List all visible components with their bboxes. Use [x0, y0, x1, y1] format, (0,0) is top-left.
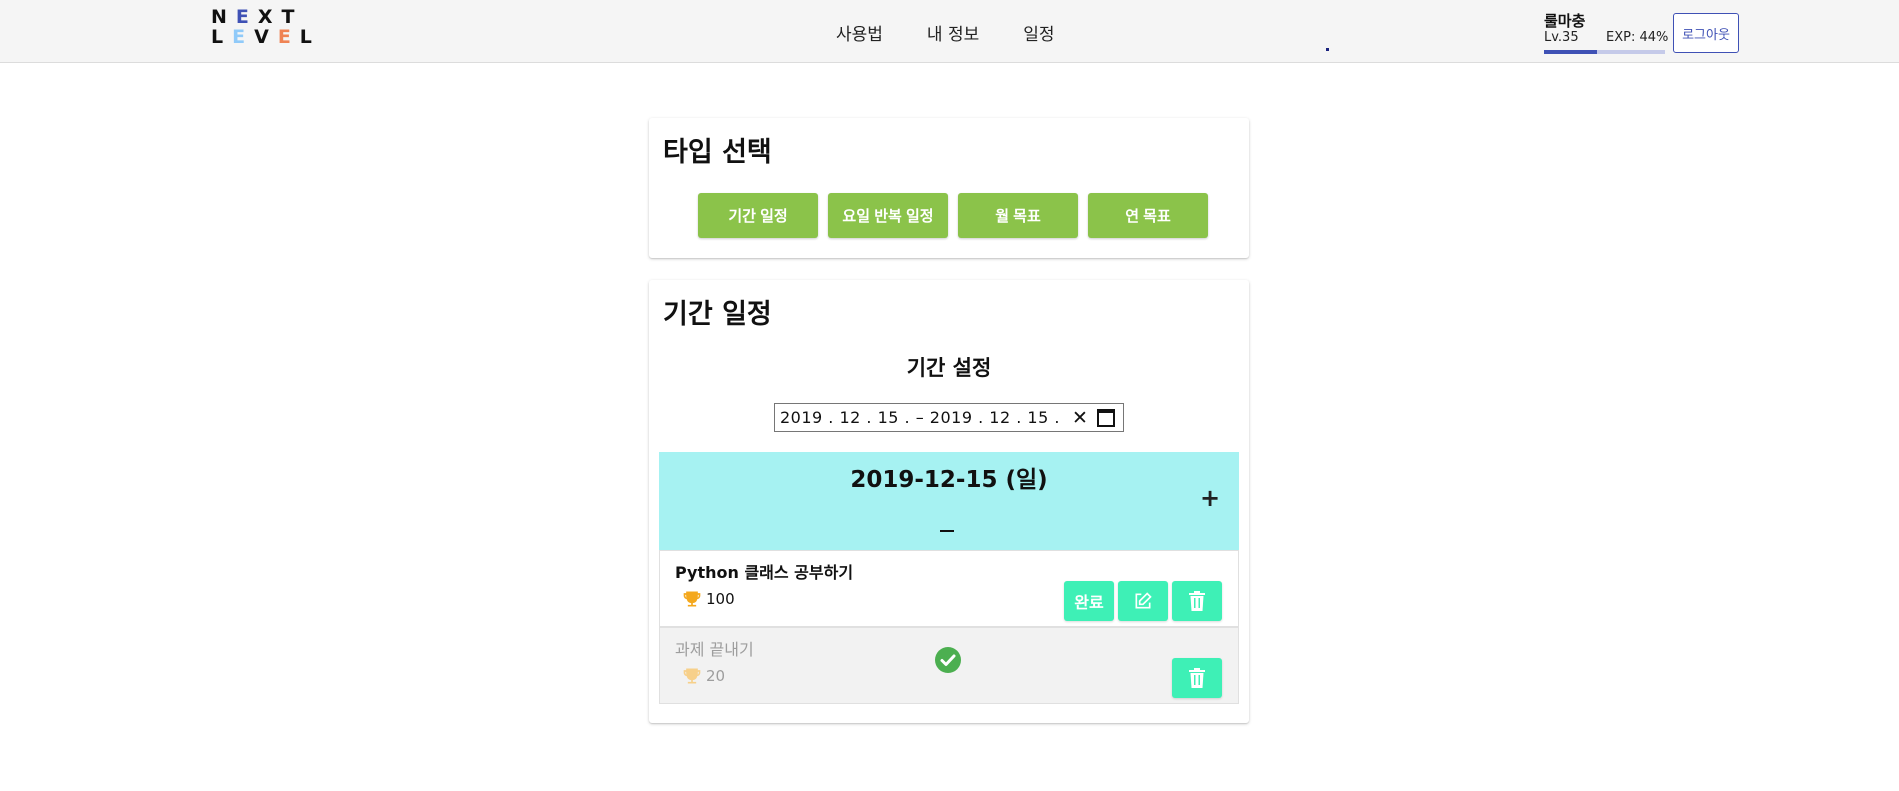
- type-select-title: 타입 선택: [663, 137, 772, 168]
- task-points-value: 100: [706, 590, 735, 608]
- delete-button[interactable]: [1172, 581, 1222, 621]
- nav-link-my-info[interactable]: 내 정보: [927, 20, 979, 45]
- type-button-monthly-goal[interactable]: 월 목표: [958, 193, 1078, 238]
- task-points: 100: [682, 589, 735, 609]
- complete-button[interactable]: 완료: [1064, 581, 1114, 621]
- task-title: Python 클래스 공부하기: [675, 563, 854, 582]
- task-item: Python 클래스 공부하기 100 완료: [659, 550, 1239, 627]
- date-range-value[interactable]: 2019 . 12 . 15 . – 2019 . 12 . 15 .: [780, 408, 1069, 427]
- trophy-icon: [683, 591, 701, 607]
- task-actions: 완료: [1064, 581, 1222, 621]
- add-task-button[interactable]: +: [1199, 486, 1221, 510]
- delete-button[interactable]: [1172, 658, 1222, 698]
- task-title: 과제 끝내기: [675, 640, 754, 659]
- check-circle-icon: [935, 647, 961, 673]
- trash-icon: [1189, 668, 1205, 688]
- edit-button[interactable]: [1118, 581, 1168, 621]
- user-level: Lv.35: [1544, 30, 1579, 45]
- task-item-done: 과제 끝내기 20: [659, 627, 1239, 704]
- trash-icon: [1189, 591, 1205, 611]
- user-name: 룰마충: [1544, 12, 1586, 30]
- date-range-picker[interactable]: 2019 . 12 . 15 . – 2019 . 12 . 15 . ✕: [774, 403, 1124, 432]
- type-button-period[interactable]: 기간 일정: [698, 193, 818, 238]
- user-exp: EXP: 44%: [1606, 30, 1669, 45]
- period-setting-label: 기간 설정: [906, 356, 992, 380]
- nav-link-schedule[interactable]: 일정: [1023, 20, 1054, 45]
- task-actions: [1172, 658, 1222, 698]
- day-panel: 2019-12-15 (일) +: [659, 452, 1239, 550]
- type-button-weekday-repeat[interactable]: 요일 반복 일정: [828, 193, 948, 238]
- type-select-card: 타입 선택 기간 일정 요일 반복 일정 월 목표 연 목표: [649, 118, 1249, 258]
- user-info: 룰마충 Lv.35 EXP: 44%: [1544, 10, 1669, 55]
- trophy-icon: [683, 668, 701, 684]
- decor-dot: [1326, 48, 1329, 51]
- nav-link-usage[interactable]: 사용법: [836, 20, 883, 45]
- period-schedule-card: 기간 일정 기간 설정 2019 . 12 . 15 . – 2019 . 12…: [649, 280, 1249, 723]
- type-button-group: 기간 일정 요일 반복 일정 월 목표 연 목표: [698, 193, 1208, 238]
- app-header: NEXT LEVEL 사용법 내 정보 일정 룰마충 Lv.35 EXP: 44…: [0, 0, 1899, 63]
- logo-line-2: LEVEL: [211, 26, 321, 48]
- type-button-yearly-goal[interactable]: 연 목표: [1088, 193, 1208, 238]
- task-points: 20: [682, 666, 725, 686]
- next-level-logo[interactable]: NEXT LEVEL: [211, 6, 321, 48]
- exp-progress-bar: [1544, 50, 1665, 54]
- day-date-heading: 2019-12-15 (일): [850, 467, 1048, 493]
- clear-icon[interactable]: ✕: [1069, 407, 1091, 429]
- edit-icon: [1135, 592, 1152, 609]
- main-nav: 사용법 내 정보 일정: [836, 20, 1099, 45]
- logo-line-1: NEXT: [211, 6, 304, 28]
- exp-progress-fill: [1544, 50, 1598, 54]
- logout-button[interactable]: 로그아웃: [1673, 13, 1739, 53]
- period-schedule-title: 기간 일정: [663, 299, 772, 330]
- task-points-value: 20: [706, 667, 726, 685]
- collapse-icon[interactable]: [940, 530, 954, 532]
- calendar-icon[interactable]: [1097, 408, 1115, 427]
